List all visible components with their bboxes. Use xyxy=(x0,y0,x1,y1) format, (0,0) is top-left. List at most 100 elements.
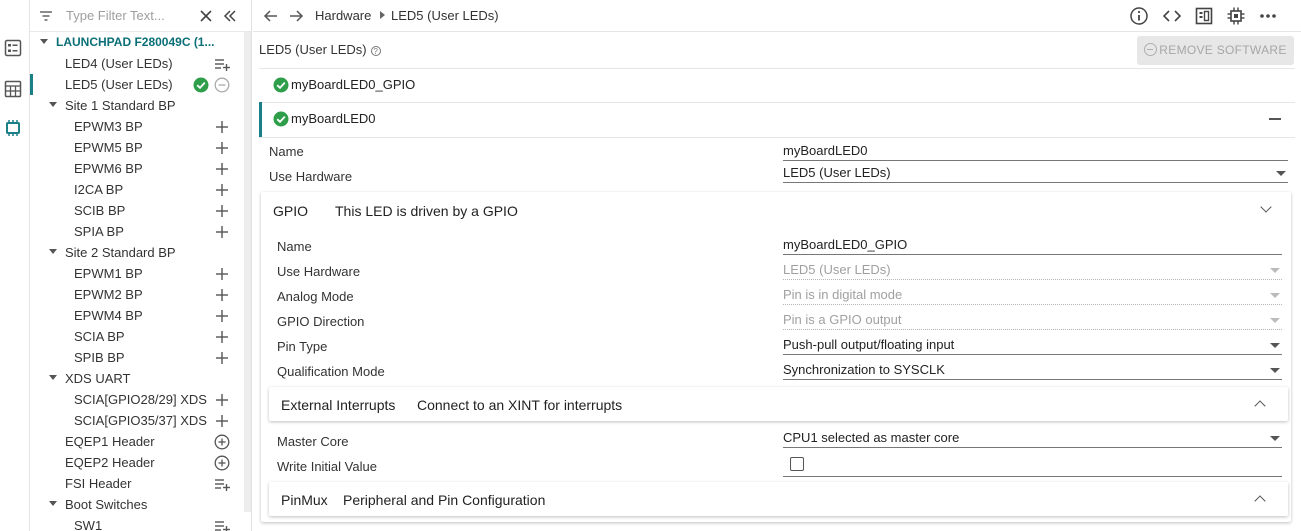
gpio-name-value: myBoardLED0_GPIO xyxy=(783,237,908,252)
expand-chevron-icon[interactable] xyxy=(1254,400,1266,412)
dropdown-arrow-icon xyxy=(1270,268,1280,273)
tree-item[interactable]: XDS UART xyxy=(30,368,242,389)
dropdown-arrow-icon xyxy=(1270,343,1280,348)
ext-interrupts-title: External Interrupts xyxy=(281,397,396,413)
tree-item[interactable]: EPWM1 BP xyxy=(30,263,242,284)
tree-item-label: EPWM3 BP xyxy=(74,119,143,134)
gpio-qualification-mode-value: Synchronization to SYSCLK xyxy=(783,362,945,377)
gpio-name-input[interactable]: myBoardLED0_GPIO xyxy=(783,236,1282,255)
add-plus-icon[interactable] xyxy=(214,203,230,219)
tree-item[interactable]: FSI Header xyxy=(30,473,242,494)
tree-item[interactable]: EPWM4 BP xyxy=(30,305,242,326)
clear-filter-icon[interactable] xyxy=(198,8,214,24)
use-hardware-select[interactable]: LED5 (User LEDs) xyxy=(783,164,1288,183)
instance-row-gpio[interactable]: myBoardLED0_GPIO xyxy=(259,68,1295,102)
tree-item[interactable]: SCIB BP xyxy=(30,200,242,221)
tree-item[interactable]: Site 2 Standard BP xyxy=(30,242,242,263)
remove-circle-icon[interactable] xyxy=(214,77,230,93)
collapse-minus-icon[interactable] xyxy=(1269,118,1281,120)
gpio-pin-type-select[interactable]: Push-pull output/floating input xyxy=(783,336,1282,355)
tree-item[interactable]: I2CA BP xyxy=(30,179,242,200)
tree-scrollbar[interactable] xyxy=(244,32,251,512)
dropdown-arrow-icon xyxy=(1270,293,1280,298)
tree-item[interactable]: EPWM3 BP xyxy=(30,116,242,137)
gpio-qualification-mode-select[interactable]: Synchronization to SYSCLK xyxy=(783,361,1282,380)
calculator-grid-icon[interactable] xyxy=(4,80,22,98)
tree-item[interactable]: LED4 (User LEDs) xyxy=(30,53,242,74)
add-list-icon[interactable] xyxy=(214,56,230,72)
breadcrumb-hardware[interactable]: Hardware xyxy=(315,8,371,23)
filter-icon[interactable] xyxy=(38,8,54,24)
collapse-chevron-icon[interactable] xyxy=(1260,201,1272,213)
field-label-name: Name xyxy=(269,144,304,159)
remove-software-button[interactable]: REMOVE SOFTWARE xyxy=(1137,36,1294,65)
expand-caret-icon[interactable] xyxy=(49,375,57,380)
expand-chevron-icon[interactable] xyxy=(1254,495,1266,507)
expand-caret-icon[interactable] xyxy=(49,249,57,254)
pinmux-card[interactable]: PinMux Peripheral and Pin Configuration xyxy=(269,482,1288,516)
add-plus-icon[interactable] xyxy=(214,308,230,324)
tree-item[interactable]: SCIA[GPIO28/29] XDS xyxy=(30,389,242,410)
instance-name: myBoardLED0_GPIO xyxy=(291,77,416,92)
add-plus-icon[interactable] xyxy=(214,161,230,177)
tree-item[interactable]: EQEP2 Header xyxy=(30,452,242,473)
tree-item[interactable]: SCIA BP xyxy=(30,326,242,347)
tree-item[interactable]: SPIA BP xyxy=(30,221,242,242)
instance-row-led[interactable]: myBoardLED0 xyxy=(259,102,1295,137)
pinmux-subtitle: Peripheral and Pin Configuration xyxy=(343,492,546,508)
add-circle-icon[interactable] xyxy=(214,455,230,471)
tree-item[interactable]: SPIB BP xyxy=(30,347,242,368)
tree-item[interactable]: EPWM2 BP xyxy=(30,284,242,305)
add-circle-icon[interactable] xyxy=(214,434,230,450)
add-plus-icon[interactable] xyxy=(214,350,230,366)
checkbox-underline xyxy=(783,476,1282,477)
add-plus-icon[interactable] xyxy=(214,413,230,429)
expand-caret-icon[interactable] xyxy=(49,102,57,107)
add-plus-icon[interactable] xyxy=(214,182,230,198)
board-view-icon[interactable] xyxy=(1194,6,1214,26)
tree-item[interactable]: EQEP1 Header xyxy=(30,431,242,452)
tree-item[interactable]: EPWM6 BP xyxy=(30,158,242,179)
chip-icon[interactable] xyxy=(4,119,22,137)
main-editor: Hardware LED5 (User LEDs) LED5 (User LED… xyxy=(253,0,1301,531)
add-plus-icon[interactable] xyxy=(214,392,230,408)
write-initial-value-checkbox[interactable] xyxy=(790,457,804,471)
tree-item[interactable]: SW1 xyxy=(30,515,242,531)
more-icon[interactable] xyxy=(1258,6,1278,26)
name-input[interactable]: myBoardLED0 xyxy=(783,142,1288,161)
chip-view-icon[interactable] xyxy=(1226,6,1246,26)
tree-item-label: Boot Switches xyxy=(65,497,148,512)
forward-arrow-icon[interactable] xyxy=(288,8,304,24)
add-plus-icon[interactable] xyxy=(214,266,230,282)
instance-divider xyxy=(259,137,1295,138)
check-circle-icon xyxy=(273,111,289,127)
tree-item[interactable]: SCIA[GPIO35/37] XDS xyxy=(30,410,242,431)
expand-caret-icon[interactable] xyxy=(49,501,57,506)
tree-item-label: LED5 (User LEDs) xyxy=(65,77,173,92)
collapse-panel-icon[interactable] xyxy=(222,8,238,24)
master-core-select[interactable]: CPU1 selected as master core xyxy=(783,429,1282,448)
info-icon[interactable] xyxy=(1129,6,1149,26)
tree-item[interactable]: Site 1 Standard BP xyxy=(30,95,242,116)
code-icon[interactable] xyxy=(1162,6,1182,26)
add-plus-icon[interactable] xyxy=(214,119,230,135)
tree-filter-input[interactable]: Type Filter Text... xyxy=(66,8,165,23)
outline-list-icon[interactable] xyxy=(4,39,22,57)
top-toolbar: Hardware LED5 (User LEDs) xyxy=(253,0,1301,32)
help-icon[interactable]: ? xyxy=(370,45,381,56)
add-plus-icon[interactable] xyxy=(214,287,230,303)
tree-item-label: SW1 xyxy=(74,518,103,531)
back-arrow-icon[interactable] xyxy=(263,8,279,24)
add-plus-icon[interactable] xyxy=(214,140,230,156)
add-list-icon[interactable] xyxy=(214,518,230,531)
tree-item[interactable]: Boot Switches xyxy=(30,494,242,515)
add-plus-icon[interactable] xyxy=(214,329,230,345)
tree-item[interactable]: EPWM5 BP xyxy=(30,137,242,158)
tree-root-item[interactable]: LAUNCHPAD F280049C (1... xyxy=(30,32,242,53)
external-interrupts-card[interactable]: External Interrupts Connect to an XINT f… xyxy=(269,387,1288,421)
gpio-card-title: GPIO xyxy=(273,203,309,219)
add-plus-icon[interactable] xyxy=(214,224,230,240)
add-list-icon[interactable] xyxy=(214,476,230,492)
tree-item-label: SCIB BP xyxy=(74,203,126,218)
tree-item[interactable]: LED5 (User LEDs) xyxy=(30,74,242,95)
